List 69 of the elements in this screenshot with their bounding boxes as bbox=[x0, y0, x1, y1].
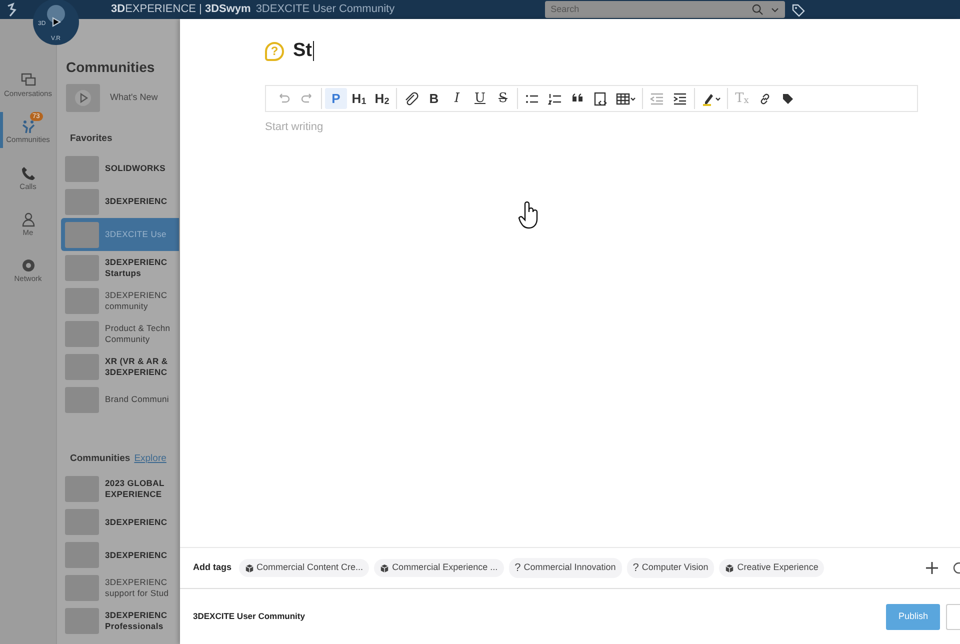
community-item[interactable]: 3DEXPERIENC bbox=[61, 185, 179, 218]
tag-chip[interactable]: Commercial Content Cre... bbox=[238, 559, 370, 577]
title-field[interactable]: St bbox=[293, 36, 314, 66]
section-heading: Communities bbox=[70, 452, 130, 466]
toolbar-button[interactable]: B bbox=[423, 88, 445, 109]
cube-icon bbox=[380, 564, 390, 572]
community-item[interactable]: 3DEXPERIENC support for Stud bbox=[61, 572, 179, 604]
thumbnail-placeholder bbox=[65, 156, 99, 182]
plus-icon[interactable] bbox=[925, 561, 939, 575]
thumbnail-placeholder bbox=[65, 354, 99, 380]
community-item[interactable]: 3DEXPERIENC Startups bbox=[61, 251, 179, 284]
question-bubble-icon: ? bbox=[265, 42, 284, 60]
phone-icon bbox=[20, 166, 36, 180]
indent-icon bbox=[672, 90, 688, 106]
toolbar-button[interactable]: I bbox=[446, 88, 468, 109]
thumbnail-placeholder bbox=[65, 608, 99, 634]
caret-icon[interactable] bbox=[770, 6, 779, 12]
thumbnail-placeholder bbox=[65, 254, 99, 281]
cube-icon bbox=[244, 564, 254, 572]
thumbnail-placeholder bbox=[65, 575, 99, 601]
thumbnail-placeholder bbox=[65, 288, 99, 314]
community-item[interactable]: 3DEXPERIENC bbox=[61, 538, 179, 572]
table-icon bbox=[616, 90, 636, 106]
tag-icon[interactable] bbox=[790, 2, 805, 16]
community-item[interactable]: Product & Techn Community bbox=[61, 317, 179, 350]
search-icon[interactable] bbox=[952, 561, 960, 575]
app-title: 3DEXPERIENCE | 3DSwym bbox=[111, 2, 251, 18]
thumbnail-placeholder bbox=[65, 188, 99, 215]
embed-icon bbox=[593, 90, 609, 106]
tag-chip[interactable]: ? Commercial Innovation bbox=[508, 558, 622, 578]
community-name: 3DEXCITE User Community bbox=[193, 610, 305, 623]
tag-chip[interactable]: Creative Experience bbox=[719, 559, 824, 577]
toolbar-button[interactable]: H$_{2}$ bbox=[371, 88, 393, 109]
conversations-icon bbox=[20, 73, 36, 88]
search-icon[interactable] bbox=[752, 4, 763, 15]
outdent-icon bbox=[649, 90, 665, 106]
community-item[interactable]: XR (VR & AR & 3DEXPERIENC bbox=[61, 350, 179, 384]
paperclip-icon bbox=[403, 90, 419, 106]
thumbnail-placeholder bbox=[65, 542, 99, 568]
community-name: 3DEXCITE User Community bbox=[256, 2, 395, 18]
hand-cursor-icon bbox=[518, 200, 540, 230]
whats-new-item[interactable]: What's New bbox=[66, 84, 179, 112]
thumbnail-placeholder bbox=[65, 222, 99, 248]
tags-label: Add tags bbox=[193, 561, 232, 574]
network-icon bbox=[20, 258, 36, 273]
community-icon bbox=[20, 119, 36, 134]
toolbar-button[interactable]: H$_{1}$ bbox=[348, 88, 370, 109]
search-input[interactable]: Search bbox=[550, 2, 744, 16]
section-heading: Favorites bbox=[70, 132, 114, 146]
tag-chip[interactable]: ? Computer Vision bbox=[626, 558, 714, 578]
thumbnail-placeholder bbox=[65, 386, 99, 413]
cube-icon bbox=[725, 564, 734, 572]
play-icon bbox=[74, 89, 92, 107]
tag-chip[interactable]: Commercial Experience ... bbox=[374, 559, 504, 577]
community-item[interactable]: Brand Communi bbox=[61, 383, 179, 416]
search-field[interactable]: Search bbox=[544, 1, 785, 18]
thumbnail-placeholder bbox=[65, 476, 99, 502]
community-item[interactable]: SOLIDWORKS bbox=[61, 152, 179, 186]
community-item[interactable]: 2023 GLOBAL EXPERIENCE bbox=[61, 472, 179, 506]
community-item[interactable]: 3DEXPERIENC bbox=[61, 506, 179, 538]
thumbnail-placeholder bbox=[65, 320, 99, 347]
community-item[interactable]: 3DEXPERIENC community bbox=[61, 284, 179, 318]
person-icon bbox=[20, 212, 36, 227]
toolbar-button[interactable]: P bbox=[325, 88, 347, 109]
community-item[interactable]: 3DEXPERIENC Professionals bbox=[61, 604, 179, 638]
toolbar-button[interactable]: S bbox=[492, 88, 514, 109]
toolbar-button[interactable]: U bbox=[469, 88, 491, 109]
thumbnail-placeholder bbox=[65, 509, 99, 535]
panel-title: Communities bbox=[66, 58, 156, 77]
